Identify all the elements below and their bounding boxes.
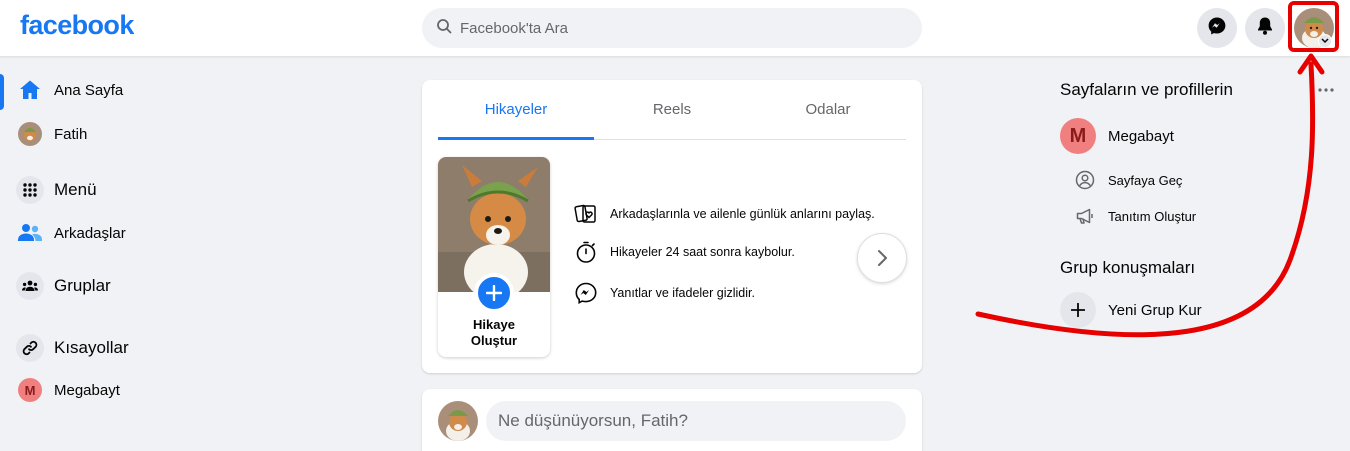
annotation-highlight-box	[1288, 1, 1339, 52]
search-input[interactable]	[460, 19, 860, 37]
cards-heart-icon	[572, 200, 600, 228]
sidebar-item-home[interactable]: Ana Sayfa	[16, 72, 123, 108]
new-group-label: Yeni Grup Kur	[1108, 301, 1202, 319]
grid-menu-icon	[16, 176, 44, 204]
add-story-button[interactable]	[474, 273, 514, 313]
search-bar[interactable]	[422, 8, 922, 48]
action-label: Tanıtım Oluştur	[1108, 208, 1197, 224]
notifications-button[interactable]	[1245, 8, 1285, 48]
info-text: Arkadaşlarınla ve ailenle günlük anların…	[610, 207, 875, 221]
top-navigation-bar: facebook	[0, 0, 1350, 56]
facebook-logo[interactable]: facebook	[20, 10, 134, 41]
active-indicator	[0, 74, 4, 110]
sidebar-item-label: Menü	[54, 180, 97, 199]
sidebar-item-label: Gruplar	[54, 276, 111, 295]
chevron-right-icon	[878, 250, 887, 266]
sidebar-item-label: Arkadaşlar	[54, 224, 126, 242]
info-row: Arkadaşlarınla ve ailenle günlük anların…	[572, 200, 892, 228]
pages-heading: Sayfaların ve profillerin	[1060, 80, 1233, 99]
messenger-icon	[572, 279, 600, 307]
home-icon	[16, 76, 44, 104]
group-chats-heading: Grup konuşmaları	[1060, 258, 1196, 277]
sidebar-item-shortcuts[interactable]: Kısayollar	[16, 330, 129, 366]
tab-hikayeler[interactable]: Hikayeler	[438, 80, 594, 140]
create-story-label-line2: Oluştur	[470, 333, 518, 348]
info-row: Hikayeler 24 saat sonra kaybolur.	[572, 238, 892, 266]
action-label: Sayfaya Geç	[1108, 172, 1183, 188]
sidebar-item-menu[interactable]: Menü	[16, 172, 97, 208]
whats-on-your-mind-input[interactable]: Ne düşünüyorsun, Fatih?	[486, 401, 906, 441]
search-icon	[436, 18, 452, 39]
sidebar-item-friends[interactable]: Arkadaşlar	[16, 215, 126, 251]
stories-tabs: Hikayeler Reels Odalar	[438, 80, 906, 140]
messenger-button[interactable]	[1197, 8, 1237, 48]
groups-icon	[16, 272, 44, 300]
create-story-tile[interactable]: Hikaye Oluştur	[438, 157, 550, 357]
plus-icon	[1060, 292, 1096, 328]
info-row: Yanıtlar ve ifadeler gizlidir.	[572, 279, 892, 307]
info-text: Yanıtlar ve ifadeler gizlidir.	[610, 286, 755, 300]
info-text: Hikayeler 24 saat sonra kaybolur.	[610, 245, 795, 259]
sidebar-item-label: Megabayt	[54, 381, 120, 399]
create-story-label: Hikaye Oluştur	[438, 317, 550, 349]
stopwatch-icon	[572, 238, 600, 266]
stories-card: Hikayeler Reels Odalar Hikaye Oluştur Ar…	[422, 80, 922, 373]
sidebar-item-profile[interactable]: Fatih	[16, 116, 87, 152]
stories-next-button[interactable]	[857, 233, 907, 283]
profile-avatar	[16, 120, 44, 148]
tab-reels[interactable]: Reels	[594, 80, 750, 139]
story-photo	[438, 157, 550, 300]
sidebar-item-label: Kısayollar	[54, 338, 129, 357]
post-composer: Ne düşünüyorsun, Fatih?	[422, 389, 922, 451]
friends-icon	[16, 219, 44, 247]
page-avatar: M	[1060, 118, 1096, 154]
more-dots-icon	[1318, 88, 1334, 92]
sidebar-item-label: Ana Sayfa	[54, 81, 124, 99]
more-options-button[interactable]	[1314, 80, 1338, 100]
create-promotion-action[interactable]: Tanıtım Oluştur	[1074, 205, 1196, 227]
composer-avatar[interactable]	[438, 401, 478, 441]
megaphone-icon	[1074, 205, 1096, 227]
tab-odalar[interactable]: Odalar	[750, 80, 906, 139]
plus-icon	[486, 285, 502, 301]
page-name: Megabayt	[1108, 127, 1174, 145]
switch-to-page-action[interactable]: Sayfaya Geç	[1074, 169, 1182, 191]
messenger-icon	[1207, 16, 1227, 41]
page-avatar: M	[18, 378, 42, 402]
page-item-megabayt[interactable]: M Megabayt	[1060, 118, 1174, 154]
notifications-bell-icon	[1256, 16, 1274, 41]
sidebar-item-megabayt[interactable]: M Megabayt	[16, 372, 120, 408]
sidebar-item-groups[interactable]: Gruplar	[16, 268, 111, 304]
link-icon	[16, 334, 44, 362]
sidebar-item-label: Fatih	[54, 125, 88, 143]
new-group-button[interactable]: Yeni Grup Kur	[1060, 292, 1202, 328]
switch-profile-icon	[1074, 169, 1096, 191]
create-story-label-line1: Hikaye	[473, 317, 515, 332]
